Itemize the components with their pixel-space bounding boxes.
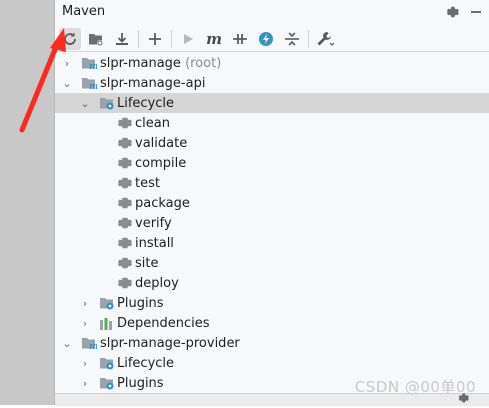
- toolbar-separator: [138, 30, 139, 48]
- svg-text:m: m: [89, 62, 97, 71]
- watermark: CSDN @00单00: [354, 378, 476, 396]
- lifecycle-goal[interactable]: install: [55, 233, 489, 253]
- chevron-down-icon[interactable]: ⌄: [61, 77, 73, 90]
- goal-label: install: [135, 235, 174, 251]
- svg-text:m: m: [89, 82, 97, 91]
- chevron-right-icon[interactable]: ›: [79, 297, 91, 310]
- goal-label: validate: [135, 135, 188, 151]
- goal-label: clean: [135, 115, 170, 131]
- goal-label: compile: [135, 155, 187, 171]
- header-actions: [443, 3, 485, 21]
- goal-label: verify: [135, 215, 172, 231]
- lifecycle-goal[interactable]: site: [55, 253, 489, 273]
- lifecycle-folder-icon: [99, 355, 115, 371]
- goal-label: deploy: [135, 275, 179, 291]
- reload-all-projects-icon[interactable]: [59, 28, 81, 50]
- tree-node-project[interactable]: ⌄ m slpr-manage-api: [55, 73, 489, 93]
- tool-window-title: Maven: [62, 4, 106, 19]
- tree-node-project[interactable]: › m slpr-manage (root): [55, 53, 489, 73]
- maven-module-icon: m: [81, 335, 99, 352]
- tree-node-label: slpr-manage (root): [100, 55, 222, 71]
- gear-icon: [117, 135, 133, 151]
- maven-tool-window: Maven m › slpr-manage (root) ⌄ slpr-mana…: [54, 0, 489, 406]
- tree-node-label: slpr-manage-provider: [100, 335, 240, 351]
- gear-icon: [117, 155, 133, 171]
- chevron-right-icon[interactable]: ›: [61, 57, 73, 70]
- lifecycle-goal[interactable]: test: [55, 173, 489, 193]
- gear-icon: [117, 175, 133, 191]
- tree-node-plugins[interactable]: › Plugins: [55, 293, 489, 313]
- chevron-down-icon[interactable]: ⌄: [61, 337, 73, 350]
- lifecycle-goal[interactable]: package: [55, 193, 489, 213]
- tree-node-label: slpr-manage-api: [100, 75, 206, 91]
- tree-node-label: Plugins: [117, 375, 164, 391]
- generate-sources-folder-icon[interactable]: [85, 28, 107, 50]
- add-maven-project-icon[interactable]: [144, 28, 166, 50]
- lifecycle-goal[interactable]: validate: [55, 133, 489, 153]
- goal-label: site: [135, 255, 159, 271]
- lifecycle-goal[interactable]: deploy: [55, 273, 489, 293]
- gear-icon: [117, 235, 133, 251]
- tree-node-dependencies[interactable]: › Dependencies: [55, 313, 489, 333]
- tool-window-header: Maven: [55, 0, 489, 24]
- tree-node-label: Lifecycle: [117, 95, 175, 111]
- chevron-right-icon[interactable]: ›: [79, 317, 91, 330]
- svg-text:m: m: [89, 342, 97, 351]
- maven-module-icon: m: [81, 55, 99, 72]
- plugins-folder-icon: [99, 375, 115, 391]
- gear-icon: [117, 275, 133, 291]
- download-sources-icon[interactable]: [111, 28, 133, 50]
- gear-icon: [117, 195, 133, 211]
- toolbar-separator: [171, 30, 172, 48]
- goal-label: package: [135, 195, 190, 211]
- chevron-right-icon[interactable]: ›: [79, 377, 91, 390]
- lifecycle-goal[interactable]: verify: [55, 213, 489, 233]
- maven-module-icon: m: [81, 75, 99, 92]
- plugins-folder-icon: [99, 295, 115, 311]
- dependencies-icon: [99, 315, 115, 331]
- gear-icon: [117, 215, 133, 231]
- gear-icon: [117, 115, 133, 131]
- hide-panel-icon[interactable]: [467, 3, 485, 21]
- chevron-down-icon[interactable]: ⌄: [79, 97, 91, 110]
- toolbar-separator: [308, 30, 309, 48]
- left-gutter: [0, 0, 54, 405]
- tree-node-label: Plugins: [117, 295, 164, 311]
- lifecycle-goal[interactable]: compile: [55, 153, 489, 173]
- settings-gear-icon[interactable]: [443, 3, 461, 21]
- maven-toolbar: m: [55, 27, 489, 52]
- execute-maven-goal-icon[interactable]: m: [203, 28, 225, 50]
- skip-tests-icon[interactable]: [255, 28, 277, 50]
- collapse-all-icon[interactable]: [281, 28, 303, 50]
- goal-label: test: [135, 175, 160, 191]
- chevron-right-icon[interactable]: ›: [79, 357, 91, 370]
- tree-node-label: Dependencies: [117, 315, 210, 331]
- gear-icon: [117, 255, 133, 271]
- tree-node-label: Lifecycle: [117, 355, 175, 371]
- maven-settings-wrench-icon[interactable]: [314, 28, 336, 50]
- toggle-offline-mode-icon[interactable]: [229, 28, 251, 50]
- tree-node-project[interactable]: ⌄ m slpr-manage-provider: [55, 333, 489, 353]
- run-icon[interactable]: [177, 28, 199, 50]
- tree-node-lifecycle[interactable]: ⌄ Lifecycle: [55, 93, 489, 113]
- lifecycle-folder-icon: [99, 95, 115, 111]
- lifecycle-goal[interactable]: clean: [55, 113, 489, 133]
- tree-node-lifecycle[interactable]: › Lifecycle: [55, 353, 489, 373]
